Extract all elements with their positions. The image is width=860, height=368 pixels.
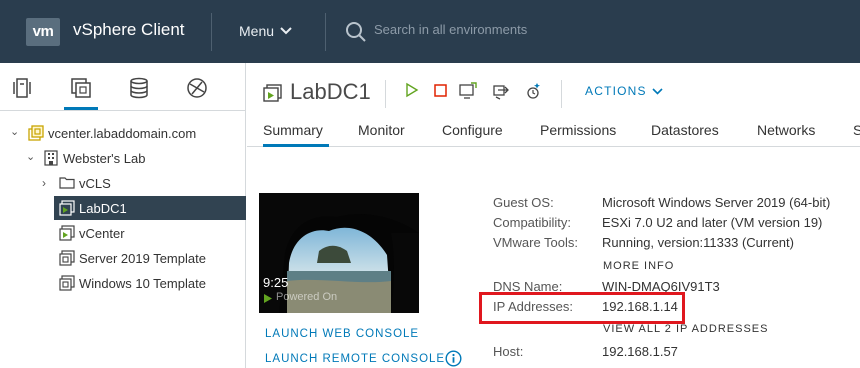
active-tab-indicator: [263, 144, 329, 147]
template-icon: [59, 250, 75, 266]
chevron-down-icon: [652, 87, 663, 95]
tab-overflow[interactable]: S: [853, 122, 860, 138]
actions-menu-button[interactable]: ACTIONS: [585, 84, 663, 98]
tab-permissions[interactable]: Permissions: [540, 122, 616, 138]
vcenter-icon: [28, 125, 44, 141]
actions-divider: [561, 80, 562, 108]
hosts-clusters-icon: [13, 78, 31, 98]
compatibility-value: ESXi 7.0 U2 and later (VM version 19): [602, 215, 823, 230]
host-value[interactable]: 192.168.1.57: [602, 344, 678, 359]
tree-item-vm-vcenter[interactable]: vCenter: [0, 221, 246, 246]
tree-item-label: vcenter.labaddomain.com: [48, 126, 197, 141]
chevron-right-icon[interactable]: ›: [42, 176, 46, 190]
storage-icon: [130, 77, 148, 99]
top-header-bar: vm vSphere Client Menu: [0, 0, 860, 63]
tab-monitor[interactable]: Monitor: [358, 122, 405, 138]
console-clock: 9:25: [263, 275, 289, 290]
vmware-tools-value: Running, version:11333 (Current): [602, 235, 794, 250]
tree-item-label: vCenter: [79, 226, 125, 241]
launch-console-icon[interactable]: [459, 82, 477, 100]
vm-powered-on-icon: [263, 84, 282, 102]
tree-item-label: LabDC1: [79, 201, 127, 216]
object-summary-panel: LabDC1 ACTIONS Summary Monitor Configure…: [247, 63, 860, 368]
search-icon[interactable]: [345, 21, 367, 43]
networking-icon: [187, 78, 207, 98]
console-power-state: Powered On: [276, 291, 338, 303]
vmware-logo: vm: [26, 18, 60, 46]
vmware-tools-label: VMware Tools:: [493, 235, 579, 250]
host-label: Host:: [493, 344, 524, 359]
title-divider: [385, 80, 386, 108]
power-on-icon: [264, 294, 272, 303]
global-search-input[interactable]: [374, 22, 674, 37]
navigator-tabs: [0, 63, 246, 111]
guest-os-label: Guest OS:: [493, 195, 554, 210]
power-off-icon[interactable]: [434, 84, 447, 97]
tab-vms-and-templates[interactable]: [64, 76, 98, 110]
actions-label: ACTIONS: [585, 84, 647, 98]
tab-summary[interactable]: Summary: [263, 122, 323, 138]
tree-item-datacenter[interactable]: ⌄ Webster's Lab: [0, 146, 246, 171]
guest-os-value: Microsoft Windows Server 2019 (64-bit): [602, 195, 831, 210]
header-divider: [325, 13, 326, 51]
object-title: LabDC1: [290, 79, 371, 104]
tree-item-label: Server 2019 Template: [79, 251, 206, 266]
tree-item-label: vCLS: [79, 176, 111, 191]
app-title: vSphere Client: [73, 20, 185, 39]
snapshot-icon[interactable]: [524, 82, 542, 100]
tree-item-template-win10[interactable]: Windows 10 Template: [0, 271, 246, 296]
chevron-down-icon[interactable]: ⌄: [26, 150, 35, 163]
tree-item-vcenter[interactable]: ⌄ vcenter.labaddomain.com: [0, 121, 246, 146]
power-on-icon[interactable]: [405, 82, 419, 98]
chevron-down-icon: [280, 27, 292, 35]
object-tabs: Summary Monitor Configure Permissions Da…: [247, 115, 860, 147]
view-all-ip-link[interactable]: VIEW ALL 2 IP ADDRESSES: [603, 323, 768, 335]
tree-item-folder-vcls[interactable]: › vCLS: [0, 171, 246, 196]
migrate-icon[interactable]: [492, 82, 510, 100]
tab-hosts-and-clusters[interactable]: [5, 76, 39, 110]
info-icon[interactable]: [445, 350, 462, 367]
inventory-navigator: ⌄ vcenter.labaddomain.com ⌄ Webster's La…: [0, 63, 246, 368]
tree-item-vm-labdc1[interactable]: LabDC1: [0, 196, 246, 221]
datacenter-icon: [44, 150, 58, 166]
menu-button[interactable]: Menu: [239, 23, 292, 39]
folder-icon: [59, 177, 75, 189]
tab-storage[interactable]: [122, 76, 156, 110]
tab-configure[interactable]: Configure: [442, 122, 503, 138]
compatibility-label: Compatibility:: [493, 215, 572, 230]
vm-powered-on-icon: [59, 225, 75, 241]
tree-item-label: Windows 10 Template: [79, 276, 206, 291]
tree-item-label: Webster's Lab: [63, 151, 146, 166]
vms-templates-icon: [71, 78, 91, 98]
annotation-highlight-box: [479, 292, 685, 324]
tab-networking[interactable]: [180, 76, 214, 110]
tab-datastores[interactable]: Datastores: [651, 122, 719, 138]
chevron-down-icon[interactable]: ⌄: [10, 125, 19, 138]
template-icon: [59, 275, 75, 291]
tab-networks[interactable]: Networks: [757, 122, 815, 138]
vm-powered-on-icon: [59, 200, 75, 216]
console-thumbnail[interactable]: 9:25 Powered On: [259, 193, 419, 313]
launch-remote-console-link[interactable]: LAUNCH REMOTE CONSOLE: [265, 353, 445, 365]
menu-label: Menu: [239, 23, 275, 39]
launch-web-console-link[interactable]: LAUNCH WEB CONSOLE: [265, 328, 419, 340]
tree-item-template-server2019[interactable]: Server 2019 Template: [0, 246, 246, 271]
more-info-link[interactable]: MORE INFO: [603, 260, 674, 272]
header-divider: [211, 13, 212, 51]
